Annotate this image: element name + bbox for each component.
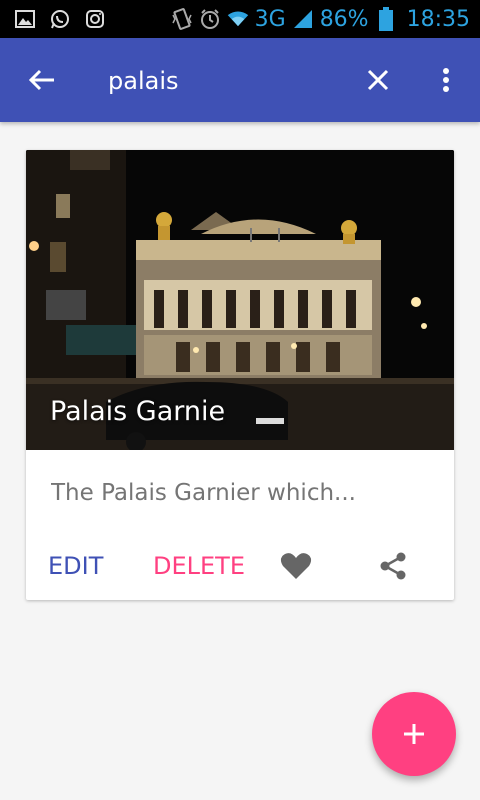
alarm-icon bbox=[199, 8, 221, 30]
clear-search-button[interactable] bbox=[358, 60, 398, 100]
delete-button[interactable]: DELETE bbox=[153, 552, 245, 580]
vibrate-icon bbox=[171, 8, 193, 30]
network-type: 3G bbox=[254, 6, 286, 32]
notification-icons bbox=[14, 8, 106, 30]
overflow-menu-button[interactable] bbox=[426, 60, 466, 100]
system-status: 3G 86% 18:35 bbox=[171, 4, 470, 34]
wifi-icon bbox=[227, 8, 249, 30]
plus-icon bbox=[404, 724, 424, 744]
share-icon bbox=[380, 552, 406, 580]
back-button[interactable] bbox=[22, 60, 62, 100]
whatsapp-icon bbox=[49, 8, 71, 30]
place-card[interactable]: Palais Garnie The Palais Garnier which..… bbox=[26, 150, 454, 600]
arrow-left-icon bbox=[28, 69, 54, 91]
instagram-icon bbox=[84, 8, 106, 30]
status-bar: 3G 86% 18:35 bbox=[0, 0, 480, 38]
favorite-button[interactable] bbox=[278, 548, 314, 584]
edit-button[interactable]: EDIT bbox=[48, 552, 103, 580]
share-button[interactable] bbox=[375, 548, 411, 584]
card-title: Palais Garnie bbox=[50, 396, 226, 427]
battery-icon bbox=[375, 7, 397, 31]
clock: 18:35 bbox=[406, 6, 470, 32]
signal-icon bbox=[292, 8, 314, 30]
more-vert-icon bbox=[443, 68, 449, 92]
add-place-button[interactable] bbox=[372, 692, 456, 776]
card-actions: EDIT DELETE bbox=[26, 540, 454, 590]
gallery-icon bbox=[14, 8, 36, 30]
search-toolbar bbox=[0, 38, 480, 122]
card-description: The Palais Garnier which... bbox=[51, 480, 356, 506]
heart-icon bbox=[280, 553, 312, 579]
battery-percent: 86% bbox=[319, 6, 369, 32]
place-image[interactable]: Palais Garnie bbox=[26, 150, 454, 450]
search-input[interactable] bbox=[108, 62, 348, 100]
close-icon bbox=[367, 69, 389, 91]
